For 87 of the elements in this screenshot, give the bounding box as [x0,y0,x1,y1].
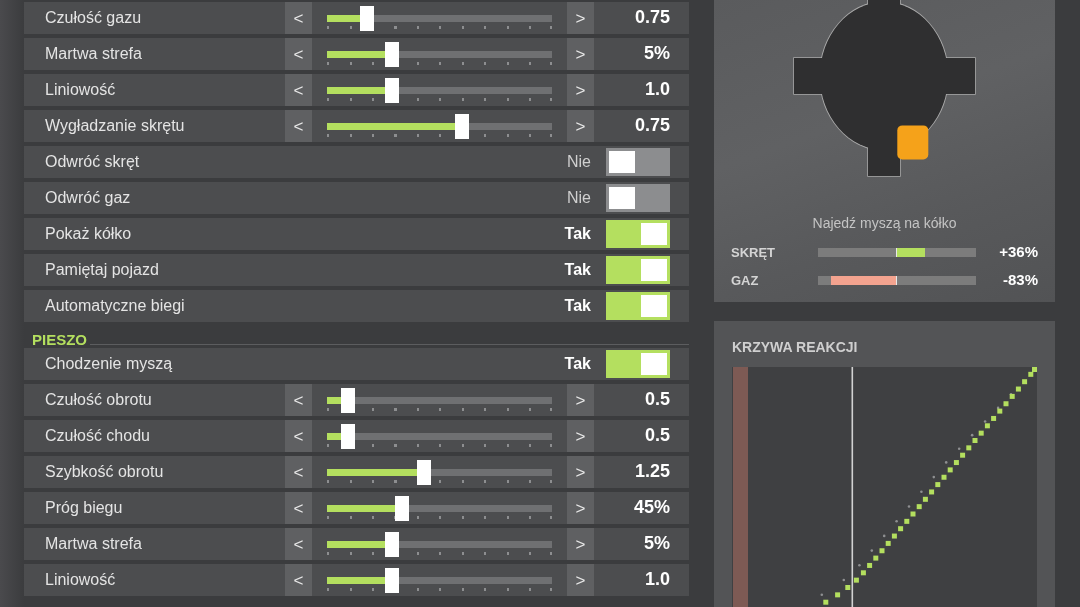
decrease-button[interactable]: < [285,528,312,560]
toggle-switch[interactable] [606,256,670,284]
setting-label: Martwa strefa [45,535,142,553]
setting-value: 5% [644,533,670,554]
slider-handle[interactable] [385,567,400,593]
slider-track[interactable] [327,50,552,58]
setting-label: Pokaż kółko [45,225,132,243]
decrease-button[interactable]: < [285,492,312,524]
slider-handle[interactable] [455,113,470,139]
decrease-button[interactable]: < [285,564,312,596]
setting-value: 1.25 [634,461,670,482]
setting-label: Czułość chodu [45,427,150,445]
slider-track[interactable] [327,576,552,584]
decrease-button[interactable]: < [285,74,312,106]
toggle-switch[interactable] [606,292,670,320]
axis-reading: -83% [1002,271,1038,289]
setting-value: 0.5 [644,425,670,446]
slider-track[interactable] [327,14,552,22]
slider-track[interactable] [327,432,552,440]
axis-reading: +36% [999,243,1038,261]
slider-handle[interactable] [340,423,355,449]
setting-label: Odwróć skręt [45,153,140,171]
decrease-button[interactable]: < [285,110,312,142]
joystick-pad[interactable] [793,0,976,177]
setting-label: Odwróć gaz [45,189,131,207]
increase-button[interactable]: > [567,110,594,142]
setting-value: 5% [644,43,670,64]
increase-button[interactable]: > [567,564,594,596]
slider-track[interactable] [327,540,552,548]
toggle-state-label: Nie [567,188,591,208]
setting-label: Martwa strefa [45,45,142,63]
slider-track[interactable] [327,468,552,476]
increase-button[interactable]: > [567,2,594,34]
decrease-button[interactable]: < [285,384,312,416]
increase-button[interactable]: > [567,384,594,416]
decrease-button[interactable]: < [285,456,312,488]
toggle-switch[interactable] [606,220,670,248]
decrease-button[interactable]: < [285,2,312,34]
slider-handle[interactable] [384,77,399,103]
slider-track[interactable] [327,504,552,512]
setting-label: Wygładzanie skrętu [45,117,185,135]
setting-value: 1.0 [644,569,670,590]
setting-value: 1.0 [644,79,670,100]
toggle-state-label: Tak [564,260,591,280]
slider-handle[interactable] [360,5,375,31]
toggle-state-label: Tak [564,354,591,374]
hint-text: Najedź myszą na kółko [812,215,957,231]
slider-track[interactable] [327,122,552,130]
toggle-switch[interactable] [606,148,670,176]
slider-handle[interactable] [384,41,399,67]
increase-button[interactable]: > [567,528,594,560]
decrease-button[interactable]: < [285,420,312,452]
slider-handle[interactable] [385,531,400,557]
setting-label: Pamiętaj pojazd [45,261,159,279]
increase-button[interactable]: > [567,420,594,452]
increase-button[interactable]: > [567,456,594,488]
toggle-switch[interactable] [606,184,670,212]
setting-label: Chodzenie myszą [45,355,173,373]
section-heading: PIESZO [32,331,87,348]
panel-title: KRZYWA REAKCJI [732,339,858,355]
toggle-switch[interactable] [606,350,670,378]
slider-track[interactable] [327,86,552,94]
setting-label: Czułość gazu [45,9,142,27]
slider-handle[interactable] [417,459,431,485]
slider-handle[interactable] [340,387,355,413]
setting-label: Próg biegu [45,499,123,517]
setting-label: Szybkość obrotu [45,463,164,481]
setting-value: 45% [633,497,670,518]
position-marker-icon [897,125,929,160]
setting-label: Liniowość [45,81,116,99]
setting-value: 0.75 [634,7,670,28]
decrease-button[interactable]: < [285,38,312,70]
setting-label: Liniowość [45,571,116,589]
axis-label: GAZ [731,273,759,289]
axis-label: SKRĘT [731,245,776,261]
setting-value: 0.75 [634,115,670,136]
increase-button[interactable]: > [567,74,594,106]
slider-handle[interactable] [394,495,409,521]
setting-value: 0.5 [644,389,670,410]
toggle-state-label: Tak [564,296,591,316]
slider-track[interactable] [327,396,552,404]
increase-button[interactable]: > [567,492,594,524]
toggle-state-label: Tak [564,224,591,244]
increase-button[interactable]: > [567,38,594,70]
setting-label: Czułość obrotu [45,391,152,409]
toggle-state-label: Nie [567,152,591,172]
setting-label: Automatyczne biegi [45,297,185,315]
